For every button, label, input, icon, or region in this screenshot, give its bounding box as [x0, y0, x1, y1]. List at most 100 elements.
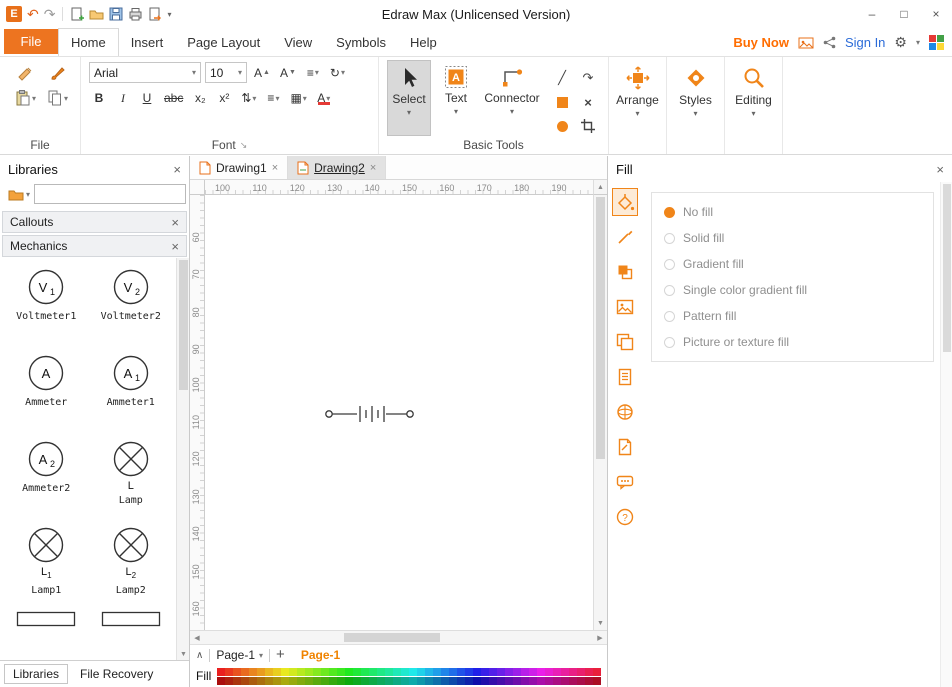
menu-tab-help[interactable]: Help — [398, 28, 449, 56]
print-icon[interactable] — [128, 7, 143, 21]
color-swatch[interactable] — [281, 668, 289, 676]
arrange-button[interactable]: Arrange ▾ — [609, 60, 666, 118]
color-swatch[interactable] — [497, 668, 505, 676]
color-swatch[interactable] — [329, 677, 337, 685]
libraries-close-icon[interactable]: × — [173, 162, 181, 177]
styles-button[interactable]: Styles ▾ — [667, 60, 724, 118]
color-swatch[interactable] — [217, 677, 225, 685]
radio-selected-icon[interactable] — [664, 207, 675, 218]
font-family-caret-icon[interactable]: ▾ — [192, 68, 196, 77]
color-swatch[interactable] — [561, 668, 569, 676]
color-swatch[interactable] — [521, 668, 529, 676]
color-swatch[interactable] — [345, 677, 353, 685]
color-swatch[interactable] — [361, 668, 369, 676]
color-swatch[interactable] — [577, 668, 585, 676]
fill-option-gradient-fill[interactable]: Gradient fill — [652, 251, 933, 277]
grow-font-button[interactable]: A▲ — [251, 63, 273, 83]
vertical-scrollbar[interactable]: ▼ — [593, 195, 607, 630]
color-swatch[interactable] — [561, 677, 569, 685]
attachment-tool[interactable] — [612, 433, 638, 461]
color-swatch[interactable] — [473, 677, 481, 685]
library-symbol-ammeter1[interactable]: A1Ammeter1 — [89, 350, 174, 432]
color-swatch[interactable] — [569, 668, 577, 676]
library-section-mechanics[interactable]: Mechanics × — [2, 235, 187, 257]
collapse-pages-icon[interactable]: ∧ — [196, 650, 203, 661]
library-section-callouts[interactable]: Callouts × — [2, 211, 187, 233]
color-swatch[interactable] — [401, 668, 409, 676]
shadow-tool[interactable] — [612, 258, 638, 286]
color-swatch[interactable] — [433, 668, 441, 676]
menu-tab-symbols[interactable]: Symbols — [324, 28, 398, 56]
page-setup-tool[interactable] — [612, 363, 638, 391]
color-swatch[interactable] — [305, 668, 313, 676]
menu-tab-home[interactable]: Home — [58, 28, 119, 56]
comment-tool[interactable] — [612, 468, 638, 496]
select-tool-button[interactable]: Select ▾ — [387, 60, 431, 136]
color-swatch[interactable] — [321, 677, 329, 685]
delete-tool-icon[interactable]: × — [584, 95, 592, 110]
color-swatch[interactable] — [441, 668, 449, 676]
color-swatch[interactable] — [369, 668, 377, 676]
color-swatch[interactable] — [497, 677, 505, 685]
libraries-scroll-down-icon[interactable]: ▼ — [177, 648, 189, 660]
color-swatch[interactable] — [457, 677, 465, 685]
footer-tab-file-recovery[interactable]: File Recovery — [72, 665, 161, 683]
libraries-scrollbar[interactable]: ▼ — [176, 258, 189, 660]
radio-icon[interactable] — [664, 259, 675, 270]
color-swatch[interactable] — [265, 677, 273, 685]
subscript-button[interactable]: x₂ — [190, 88, 210, 108]
copy-caret-icon[interactable]: ▾ — [64, 94, 68, 103]
horizontal-scrollbar[interactable]: ◀ ▶ — [190, 630, 607, 644]
align-button[interactable]: ≡▾ — [303, 63, 323, 83]
color-swatch[interactable] — [593, 677, 601, 685]
strikethrough-button[interactable]: abc — [161, 88, 186, 108]
background-tool[interactable] — [612, 328, 638, 356]
add-page-button[interactable]: + — [276, 648, 285, 662]
mechanics-close-icon[interactable]: × — [171, 239, 179, 254]
color-swatch[interactable] — [441, 677, 449, 685]
canvas-scroll-left-icon[interactable]: ◀ — [190, 631, 204, 645]
color-swatch[interactable] — [409, 668, 417, 676]
bullets-button[interactable]: ≡▾ — [263, 88, 283, 108]
color-swatch[interactable] — [505, 677, 513, 685]
color-swatch[interactable] — [545, 668, 553, 676]
copy-icon[interactable]: ▾ — [44, 89, 70, 107]
ellipse-tool-icon[interactable] — [557, 121, 568, 132]
language-pinwheel-icon[interactable] — [929, 35, 944, 50]
fill-option-picture-or-texture-fill[interactable]: Picture or texture fill — [652, 329, 933, 355]
font-family-combo[interactable]: Arial ▾ — [89, 62, 201, 83]
color-swatch[interactable] — [505, 668, 513, 676]
page-dropdown-caret-icon[interactable]: ▾ — [259, 651, 263, 660]
fill-option-single-color-gradient-fill[interactable]: Single color gradient fill — [652, 277, 933, 303]
underline-button[interactable]: U — [137, 88, 157, 108]
color-swatch[interactable] — [217, 668, 225, 676]
color-swatch[interactable] — [233, 677, 241, 685]
tab-close-icon[interactable]: × — [272, 162, 278, 174]
menu-tab-page-layout[interactable]: Page Layout — [175, 28, 272, 56]
library-symbol-ammeter2[interactable]: A2Ammeter2 — [4, 436, 89, 518]
color-swatch[interactable] — [257, 668, 265, 676]
library-symbol-lamp2[interactable]: L2Lamp2 — [89, 522, 174, 604]
color-swatch[interactable] — [353, 677, 361, 685]
open-file-icon[interactable] — [89, 7, 104, 21]
share-icon[interactable] — [823, 36, 836, 49]
color-swatch[interactable] — [233, 668, 241, 676]
redo-icon[interactable]: ↷ — [44, 6, 56, 22]
font-dialog-launcher-icon[interactable]: ↘ — [240, 140, 248, 151]
canvas-scroll-down-icon[interactable]: ▼ — [594, 617, 607, 630]
color-swatch[interactable] — [377, 677, 385, 685]
settings-gear-icon[interactable]: ⚙ — [894, 34, 907, 51]
tab-drawing1[interactable]: Drawing1 × — [190, 156, 288, 179]
undo-icon[interactable]: ↶ — [27, 6, 39, 22]
maximize-button[interactable]: □ — [888, 0, 920, 28]
color-swatch[interactable] — [249, 668, 257, 676]
sign-in-link[interactable]: Sign In — [845, 35, 885, 50]
radio-icon[interactable] — [664, 311, 675, 322]
line-tool-icon[interactable]: ╱ — [558, 70, 566, 86]
fill-tool[interactable] — [612, 188, 638, 216]
library-symbol-shape[interactable] — [89, 608, 174, 636]
color-swatch[interactable] — [417, 677, 425, 685]
table-borders-button[interactable]: ▦▾ — [287, 88, 309, 108]
color-swatch[interactable] — [369, 677, 377, 685]
libraries-scrollbar-thumb[interactable] — [179, 260, 188, 390]
